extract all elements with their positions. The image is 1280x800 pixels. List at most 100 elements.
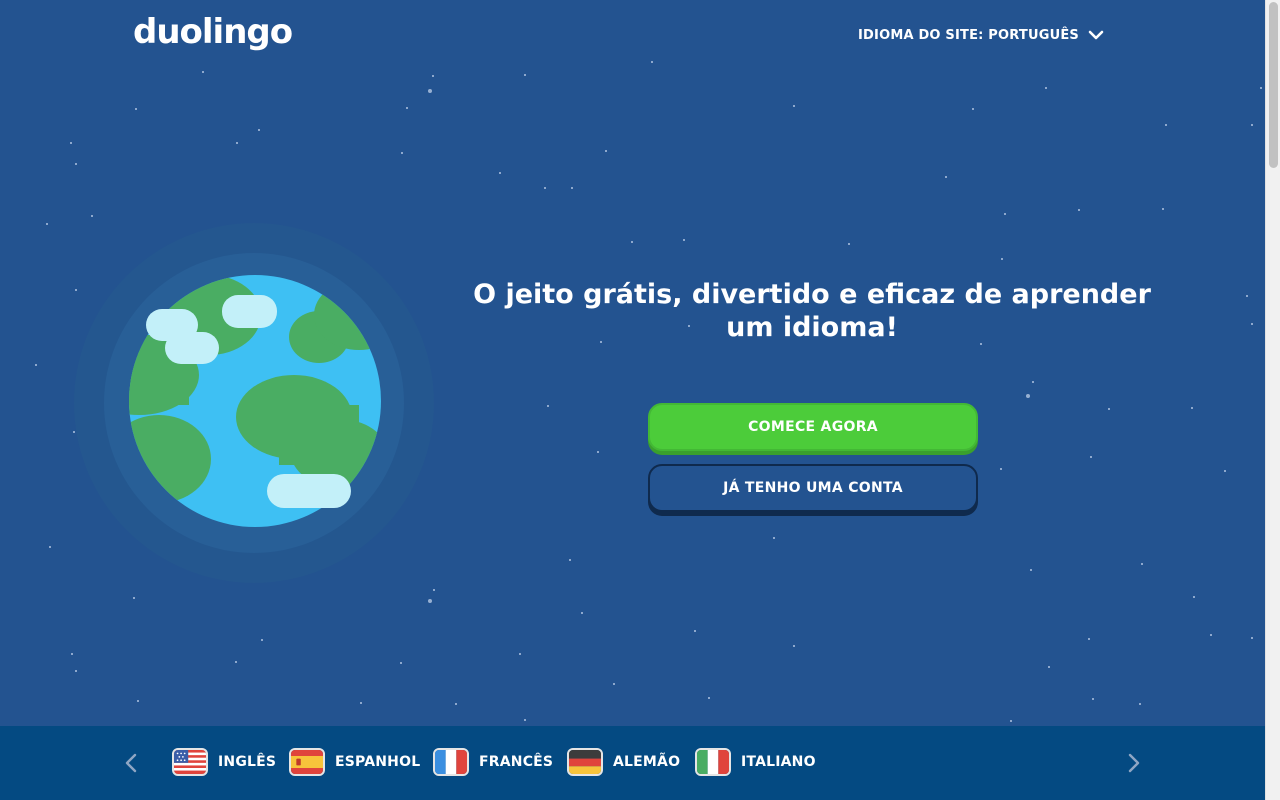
star xyxy=(49,546,51,548)
star xyxy=(605,150,607,152)
chevron-left-icon[interactable] xyxy=(122,752,140,774)
star xyxy=(432,75,434,77)
get-started-button[interactable]: COMECE AGORA xyxy=(648,403,978,451)
star xyxy=(1260,87,1262,89)
star xyxy=(945,176,947,178)
star xyxy=(433,589,435,591)
star xyxy=(71,653,73,655)
duolingo-logo[interactable]: duolingo xyxy=(133,12,293,52)
star xyxy=(1048,666,1050,668)
star xyxy=(46,223,48,225)
star xyxy=(597,451,599,453)
star xyxy=(1030,569,1032,571)
star xyxy=(258,129,260,131)
star xyxy=(1165,124,1167,126)
star xyxy=(202,71,204,73)
star xyxy=(1000,468,1002,470)
star xyxy=(1141,563,1143,565)
star xyxy=(793,645,795,647)
star xyxy=(1088,638,1090,640)
star xyxy=(137,700,139,702)
star xyxy=(1004,213,1006,215)
star xyxy=(1191,407,1193,409)
star xyxy=(75,163,77,165)
star xyxy=(1193,596,1195,598)
star xyxy=(1162,208,1164,210)
star xyxy=(581,612,583,614)
star xyxy=(1251,637,1253,639)
star xyxy=(547,405,549,407)
star xyxy=(972,108,974,110)
star xyxy=(400,662,402,664)
language-label: ESPANHOL xyxy=(335,754,421,770)
star xyxy=(499,172,501,174)
star xyxy=(235,661,237,663)
star xyxy=(1092,698,1094,700)
star xyxy=(569,559,571,561)
star xyxy=(1026,394,1030,398)
star xyxy=(524,719,526,721)
star xyxy=(135,108,137,110)
star xyxy=(428,89,432,93)
star xyxy=(91,215,93,217)
star xyxy=(360,702,362,704)
globe-icon xyxy=(129,275,381,527)
have-account-button[interactable]: JÁ TENHO UMA CONTA xyxy=(648,464,978,512)
star xyxy=(519,653,521,655)
star xyxy=(455,703,457,705)
language-label: ALEMÃO xyxy=(613,754,681,770)
language-label: INGLÊS xyxy=(218,754,277,770)
language-item-english[interactable]: INGLÊS xyxy=(172,748,276,776)
star xyxy=(133,597,135,599)
star xyxy=(1078,209,1080,211)
star xyxy=(631,241,633,243)
star xyxy=(651,61,653,63)
star xyxy=(613,683,615,685)
language-item-italian[interactable]: ITALIANO xyxy=(695,748,816,776)
star xyxy=(683,239,685,241)
star xyxy=(1108,408,1110,410)
language-carousel: INGLÊS ESPANHOL FRANCÊS ALEMÃO ITALIANO xyxy=(0,726,1265,800)
star xyxy=(1246,295,1248,297)
star xyxy=(1001,258,1003,260)
star xyxy=(1224,470,1226,472)
star xyxy=(544,187,546,189)
star xyxy=(401,152,403,154)
star xyxy=(236,142,238,144)
germany-flag-icon xyxy=(567,748,603,776)
star xyxy=(1045,87,1047,89)
star xyxy=(571,187,573,189)
star xyxy=(694,630,696,632)
star xyxy=(1251,323,1253,325)
us-flag-icon xyxy=(172,748,208,776)
vertical-scrollbar[interactable] xyxy=(1265,0,1280,800)
star xyxy=(524,74,526,76)
chevron-right-icon[interactable] xyxy=(1125,752,1143,774)
site-language-label: IDIOMA DO SITE: PORTUGUÊS xyxy=(858,27,1079,43)
star xyxy=(406,107,408,109)
chevron-down-icon xyxy=(1088,30,1104,40)
language-item-spanish[interactable]: ESPANHOL xyxy=(289,748,420,776)
star xyxy=(1090,456,1092,458)
star xyxy=(1139,703,1141,705)
earth-illustration xyxy=(74,223,434,583)
language-label: ITALIANO xyxy=(741,754,816,770)
star xyxy=(1010,720,1012,722)
star xyxy=(261,639,263,641)
spain-flag-icon xyxy=(289,748,325,776)
star xyxy=(708,697,710,699)
star xyxy=(428,599,432,603)
site-language-selector[interactable]: IDIOMA DO SITE: PORTUGUÊS xyxy=(858,26,1105,44)
star xyxy=(1210,634,1212,636)
page: duolingo IDIOMA DO SITE: PORTUGUÊS O jei… xyxy=(0,0,1265,800)
language-item-french[interactable]: FRANCÊS xyxy=(433,748,553,776)
language-label: FRANCÊS xyxy=(479,754,554,770)
hero-headline: O jeito grátis, divertido e eficaz de ap… xyxy=(473,279,1151,343)
scrollbar-thumb[interactable] xyxy=(1269,2,1278,168)
star xyxy=(35,364,37,366)
italy-flag-icon xyxy=(695,748,731,776)
star xyxy=(1251,124,1253,126)
star xyxy=(75,670,77,672)
star xyxy=(773,537,775,539)
language-item-german[interactable]: ALEMÃO xyxy=(567,748,680,776)
